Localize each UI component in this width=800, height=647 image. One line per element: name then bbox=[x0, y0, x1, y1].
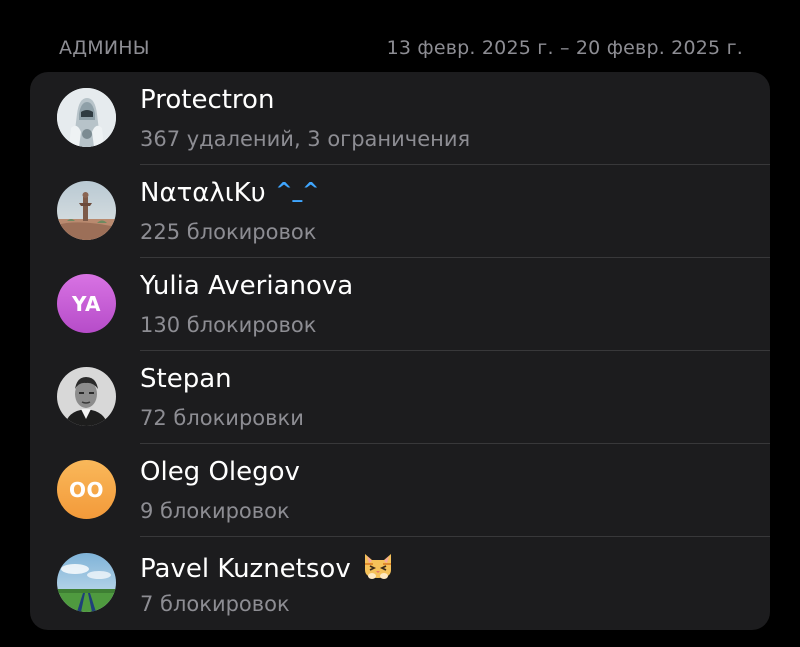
admin-name: Oleg Olegov bbox=[140, 457, 300, 487]
admin-stats: 225 блокировок bbox=[140, 220, 317, 244]
admin-name: Stepan bbox=[140, 364, 232, 394]
admin-stats: 7 блокировок bbox=[140, 592, 290, 616]
cat-emoji-icon bbox=[361, 550, 395, 587]
sky-photo-icon bbox=[57, 553, 116, 612]
admin-name-text: NαταλιKυ bbox=[140, 178, 266, 208]
list-item-admin[interactable]: YA Yulia Averianova 130 блокировок bbox=[30, 258, 770, 351]
avatar-initials: OO bbox=[68, 477, 104, 502]
admin-name-text: Oleg Olegov bbox=[140, 457, 300, 487]
list-item-admin[interactable]: Pavel Kuznetsov 7 блокировок bbox=[30, 537, 770, 630]
admin-name-text: Stepan bbox=[140, 364, 232, 394]
admin-stats: 72 блокировки bbox=[140, 406, 304, 430]
list-item-admin[interactable]: Stepan 72 блокировки bbox=[30, 351, 770, 444]
section-title: АДМИНЫ bbox=[59, 37, 150, 59]
portrait-photo-icon bbox=[57, 367, 116, 426]
kaomoji-badge: ^_^ bbox=[275, 178, 320, 202]
admin-name: Protectron bbox=[140, 85, 274, 115]
robot-icon bbox=[57, 88, 116, 147]
date-range[interactable]: 13 февр. 2025 г. – 20 февр. 2025 г. bbox=[387, 37, 743, 59]
initials-avatar: OO bbox=[57, 460, 116, 519]
section-header: АДМИНЫ 13 февр. 2025 г. – 20 февр. 2025 … bbox=[59, 34, 743, 62]
admin-stats: 130 блокировок bbox=[140, 313, 317, 337]
avatar-initials: YA bbox=[71, 291, 102, 316]
admin-name-text: Yulia Averianova bbox=[140, 271, 354, 301]
admin-stats: 367 удалений, 3 ограничения bbox=[140, 127, 471, 151]
admin-name: NαταλιKυ ^_^ bbox=[140, 178, 319, 208]
list-item-admin[interactable]: NαταλιKυ ^_^ 225 блокировок bbox=[30, 165, 770, 258]
admin-name: Pavel Kuznetsov bbox=[140, 550, 395, 587]
initials-avatar: YA bbox=[57, 274, 116, 333]
list-item-admin[interactable]: Protectron 367 удалений, 3 ограничения bbox=[30, 72, 770, 165]
admin-stats: 9 блокировок bbox=[140, 499, 290, 523]
admin-name-text: Pavel Kuznetsov bbox=[140, 553, 351, 584]
admins-list: Protectron 367 удалений, 3 ограничения N… bbox=[30, 72, 770, 630]
landscape-photo-icon bbox=[57, 181, 116, 240]
list-item-admin[interactable]: OO Oleg Olegov 9 блокировок bbox=[30, 444, 770, 537]
admin-name-text: Protectron bbox=[140, 85, 275, 115]
admin-name: Yulia Averianova bbox=[140, 271, 353, 301]
